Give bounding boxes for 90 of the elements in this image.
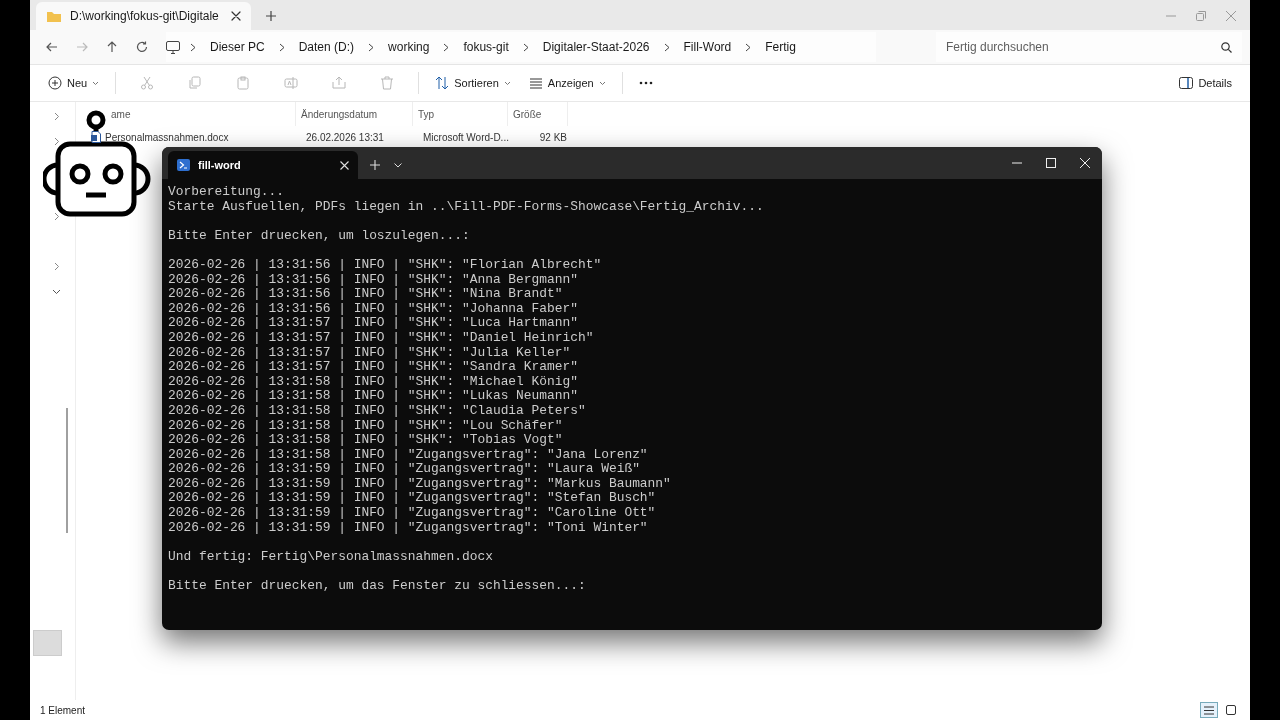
column-header[interactable]: Änderungsdatum xyxy=(296,102,413,126)
breadcrumb-item[interactable]: Daten (D:) xyxy=(294,40,359,54)
terminal-line: 2026-02-26 | 13:31:58 | INFO | "SHK": "Michael König" xyxy=(168,374,579,390)
clipboard-icon xyxy=(236,76,251,90)
chevron-down-icon[interactable] xyxy=(52,288,61,295)
terminal-line: Und fertig: Fertig\Personalmassnahmen.docx xyxy=(168,549,494,565)
terminal-line: 2026-02-26 | 13:31:56 | INFO | "SHK": "Nina Brandt" xyxy=(168,287,564,302)
trash-icon xyxy=(380,76,395,90)
document-icon xyxy=(91,131,101,143)
powershell-icon xyxy=(177,159,190,171)
copy-icon xyxy=(188,76,203,90)
chevron-right-icon[interactable] xyxy=(53,262,60,271)
chevron-icon xyxy=(443,42,450,52)
plus-icon xyxy=(266,11,276,21)
column-header[interactable]: Größe xyxy=(508,102,568,126)
chevron-right-icon[interactable] xyxy=(53,112,60,121)
restore-icon[interactable] xyxy=(1196,11,1206,21)
forward-arrow-icon[interactable] xyxy=(76,41,88,53)
square-icon xyxy=(1226,705,1236,715)
breadcrumb-item[interactable]: Fill-Word xyxy=(679,40,736,54)
breadcrumb-item[interactable]: fokus-git xyxy=(459,40,513,54)
chevron-icon xyxy=(745,42,752,52)
new-button[interactable]: Neu xyxy=(42,69,106,97)
terminal-line: 2026-02-26 | 13:31:56 | INFO | "SHK": "Florian Albrecht" xyxy=(168,257,603,273)
refresh-icon[interactable] xyxy=(136,41,148,53)
item-count: 1 Element xyxy=(40,704,86,716)
plus-icon[interactable] xyxy=(370,160,380,170)
terminal-line: 2026-02-26 | 13:31:58 | INFO | "SHK": "Lukas Neumann" xyxy=(168,389,579,404)
terminal-line: 2026-02-26 | 13:31:57 | INFO | "SHK": "Sandra Kramer" xyxy=(168,360,579,375)
terminal-line: 2026-02-26 | 13:31:56 | INFO | "SHK": "Anna Bergmann" xyxy=(168,272,579,288)
search-icon xyxy=(1221,42,1232,53)
chevron-icon xyxy=(663,42,670,52)
view-button[interactable]: Anzeigen xyxy=(522,69,612,97)
back-arrow-icon[interactable] xyxy=(46,41,58,53)
monitor-icon xyxy=(166,40,180,54)
terminal-line: 2026-02-26 | 13:31:56 | INFO | "SHK": "Johanna Faber" xyxy=(168,301,579,317)
rename-icon xyxy=(284,76,299,90)
terminal-line: 2026-02-26 | 13:31:59 | INFO | "Zugangsvertrag": "Toni Winter" xyxy=(168,520,649,536)
close-icon[interactable] xyxy=(231,11,241,21)
caret-icon xyxy=(598,80,606,86)
file-size: 92 KB xyxy=(538,131,568,143)
terminal-line: 2026-02-26 | 13:31:59 | INFO | "Zugangsvertrag": "Caroline Ott" xyxy=(168,506,657,521)
terminal-line: 2026-02-26 | 13:31:58 | INFO | "SHK": "Claudia Peters" xyxy=(168,403,587,419)
chevron-icon xyxy=(190,42,196,52)
column-header[interactable]: ame xyxy=(86,102,296,126)
details-pane-icon xyxy=(1179,77,1194,89)
sort-button[interactable]: Sortieren xyxy=(429,69,517,97)
breadcrumb-item[interactable]: Digitaler-Staat-2026 xyxy=(538,40,654,54)
caret-icon xyxy=(503,80,511,86)
sort-icon xyxy=(435,76,450,90)
details-button[interactable]: Details xyxy=(1173,69,1238,97)
terminal-line: 2026-02-26 | 13:31:57 | INFO | "SHK": "Daniel Heinrich" xyxy=(168,330,595,346)
terminal-line: 2026-02-26 | 13:31:57 | INFO | "SHK": "Luca Hartmann" xyxy=(168,316,579,331)
terminal-line: Vorbereitung... xyxy=(168,185,286,200)
chevron-icon xyxy=(278,42,285,52)
maximize-icon[interactable] xyxy=(1046,158,1056,168)
terminal-line: 2026-02-26 | 13:31:58 | INFO | "SHK": "Lou Schäfer" xyxy=(168,418,564,434)
list-icon xyxy=(528,76,543,90)
up-arrow-icon[interactable] xyxy=(106,41,118,53)
terminal-line: Starte Ausfuellen, PDFs liegen in ..\Fill-PDF-Forms-Showcase\Fertig_Archiv... xyxy=(168,199,765,215)
terminal-line: 2026-02-26 | 13:31:59 | INFO | "Zugangsvertrag": "Laura Weiß" xyxy=(168,462,641,477)
list-icon xyxy=(1204,705,1214,715)
terminal-line: 2026-02-26 | 13:31:58 | INFO | "Zugangsvertrag": "Jana Lorenz" xyxy=(168,447,649,463)
chevron-icon xyxy=(368,42,375,52)
terminal-line: 2026-02-26 | 13:31:59 | INFO | "Zugangsvertrag": "Markus Baumann" xyxy=(168,476,672,492)
breadcrumb-item[interactable]: Fertig xyxy=(761,40,800,54)
terminal-line: 2026-02-26 | 13:31:59 | INFO | "Zugangsvertrag": "Stefan Busch" xyxy=(168,491,657,507)
share-icon xyxy=(332,76,347,90)
caret-icon xyxy=(92,80,100,86)
column-header[interactable]: Typ xyxy=(413,102,508,126)
scissors-icon xyxy=(140,76,155,90)
terminal-line: Bitte Enter druecken, um das Fenster zu schliessen...: xyxy=(168,579,587,594)
terminal-line: 2026-02-26 | 13:31:58 | INFO | "SHK": "Tobias Vogt" xyxy=(168,433,564,448)
chevron-right-icon[interactable] xyxy=(53,212,60,221)
plus-circle-icon xyxy=(48,76,62,90)
terminal-line: Bitte Enter druecken, um loszulegen...: xyxy=(168,228,471,244)
breadcrumb-item[interactable]: Dieser PC xyxy=(206,40,269,54)
search-field[interactable]: Fertig durchsuchen xyxy=(936,32,1242,62)
window-tab[interactable]: D:\working\fokus-git\Digitale xyxy=(36,2,251,30)
breadcrumb-item[interactable]: working xyxy=(384,40,434,54)
folder-icon xyxy=(46,9,62,23)
terminal-tab[interactable]: fill-word xyxy=(168,151,358,179)
file-date: 26.02.2026 13:31 xyxy=(305,131,385,143)
scrollbar-thumb[interactable] xyxy=(66,408,68,533)
chevron-icon xyxy=(522,42,529,52)
view-mode-button[interactable] xyxy=(1200,702,1218,718)
file-type: Microsoft Word-D... xyxy=(422,131,510,143)
file-name[interactable]: Personalmassnahmen.docx xyxy=(105,131,229,143)
terminal-line: 2026-02-26 | 13:31:57 | INFO | "SHK": "Julia Keller" xyxy=(168,345,572,361)
chevron-right-icon[interactable] xyxy=(53,137,60,146)
